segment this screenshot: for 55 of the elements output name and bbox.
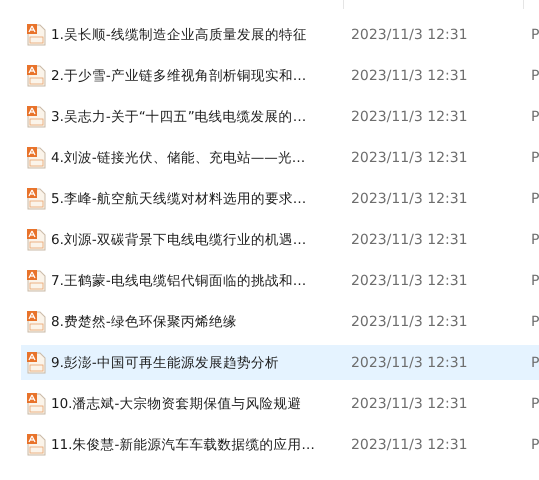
- file-name: 9.彭澎-中国可再生能源发展趋势分析: [51, 354, 280, 372]
- file-type: P: [531, 232, 539, 248]
- file-type: P: [531, 150, 539, 166]
- pdf-file-icon: [27, 434, 46, 456]
- pdf-file-icon: [27, 352, 46, 374]
- file-type: P: [531, 314, 539, 330]
- file-name: 1.吴长顺-线缆制造企业高质量发展的特征: [51, 26, 308, 44]
- file-name: 2.于少雪-产业链多维视角剖析铜现实和…: [51, 66, 308, 84]
- file-name: 8.费楚然-绿色环保聚丙烯绝缘: [51, 312, 238, 330]
- file-type: P: [531, 26, 539, 42]
- file-row[interactable]: 2.于少雪-产业链多维视角剖析铜现实和… 2023/11/3 12:31 P: [21, 58, 539, 93]
- pdf-file-icon: [27, 146, 46, 168]
- pdf-file-icon: [27, 392, 46, 414]
- file-row[interactable]: 1.吴长顺-线缆制造企业高质量发展的特征 2023/11/3 12:31 P: [21, 17, 539, 52]
- file-row[interactable]: 3.吴志力-关于“十四五”电线电缆发展的… 2023/11/3 12:31 P: [21, 99, 539, 134]
- pdf-file-icon: [27, 228, 46, 250]
- file-type: P: [531, 396, 539, 412]
- file-row[interactable]: 5.李峰-航空航天线缆对材料选用的要求… 2023/11/3 12:31 P: [21, 181, 539, 216]
- file-row[interactable]: 6.刘源-双碳背景下电线电缆行业的机遇… 2023/11/3 12:31 P: [21, 222, 539, 257]
- file-type: P: [531, 108, 539, 124]
- file-row[interactable]: 11.朱俊慧-新能源汽车车载数据缆的应用… 2023/11/3 12:31 P: [21, 427, 539, 462]
- file-name: 7.王鹤蒙-电线电缆铝代铜面临的挑战和…: [51, 272, 308, 290]
- file-name: 4.刘波-链接光伏、储能、充电站——光…: [51, 148, 306, 166]
- file-type: P: [531, 272, 539, 288]
- file-row[interactable]: 9.彭澎-中国可再生能源发展趋势分析 2023/11/3 12:31 P: [21, 345, 539, 380]
- file-type: P: [531, 190, 539, 206]
- modified-date: 2023/11/3 12:31: [351, 314, 469, 330]
- modified-date: 2023/11/3 12:31: [351, 232, 469, 248]
- file-name: 6.刘源-双碳背景下电线电缆行业的机遇…: [51, 230, 308, 248]
- file-row[interactable]: 8.费楚然-绿色环保聚丙烯绝缘 2023/11/3 12:31 P: [21, 304, 539, 339]
- pdf-file-icon: [27, 310, 46, 332]
- file-row[interactable]: 7.王鹤蒙-电线电缆铝代铜面临的挑战和… 2023/11/3 12:31 P: [21, 263, 539, 298]
- pdf-file-icon: [27, 24, 46, 46]
- file-type: P: [531, 354, 539, 370]
- modified-date: 2023/11/3 12:31: [351, 68, 469, 84]
- file-name: 10.潘志斌-大宗物资套期保值与风险规避: [51, 394, 302, 412]
- file-name: 3.吴志力-关于“十四五”电线电缆发展的…: [51, 108, 308, 126]
- modified-date: 2023/11/3 12:31: [351, 354, 469, 370]
- file-name: 5.李峰-航空航天线缆对材料选用的要求…: [51, 190, 308, 208]
- pdf-file-icon: [27, 106, 46, 128]
- modified-date: 2023/11/3 12:31: [351, 436, 469, 452]
- file-type: P: [531, 436, 539, 452]
- file-type: P: [531, 68, 539, 84]
- modified-date: 2023/11/3 12:31: [351, 190, 469, 206]
- modified-date: 2023/11/3 12:31: [351, 26, 469, 42]
- modified-date: 2023/11/3 12:31: [351, 272, 469, 288]
- modified-date: 2023/11/3 12:31: [351, 396, 469, 412]
- pdf-file-icon: [27, 188, 46, 210]
- file-row[interactable]: 10.潘志斌-大宗物资套期保值与风险规避 2023/11/3 12:31 P: [21, 386, 539, 421]
- file-row[interactable]: 4.刘波-链接光伏、储能、充电站——光… 2023/11/3 12:31 P: [21, 140, 539, 175]
- file-name: 11.朱俊慧-新能源汽车车载数据缆的应用…: [51, 436, 316, 454]
- modified-date: 2023/11/3 12:31: [351, 108, 469, 124]
- pdf-file-icon: [27, 64, 46, 86]
- modified-date: 2023/11/3 12:31: [351, 150, 469, 166]
- pdf-file-icon: [27, 270, 46, 292]
